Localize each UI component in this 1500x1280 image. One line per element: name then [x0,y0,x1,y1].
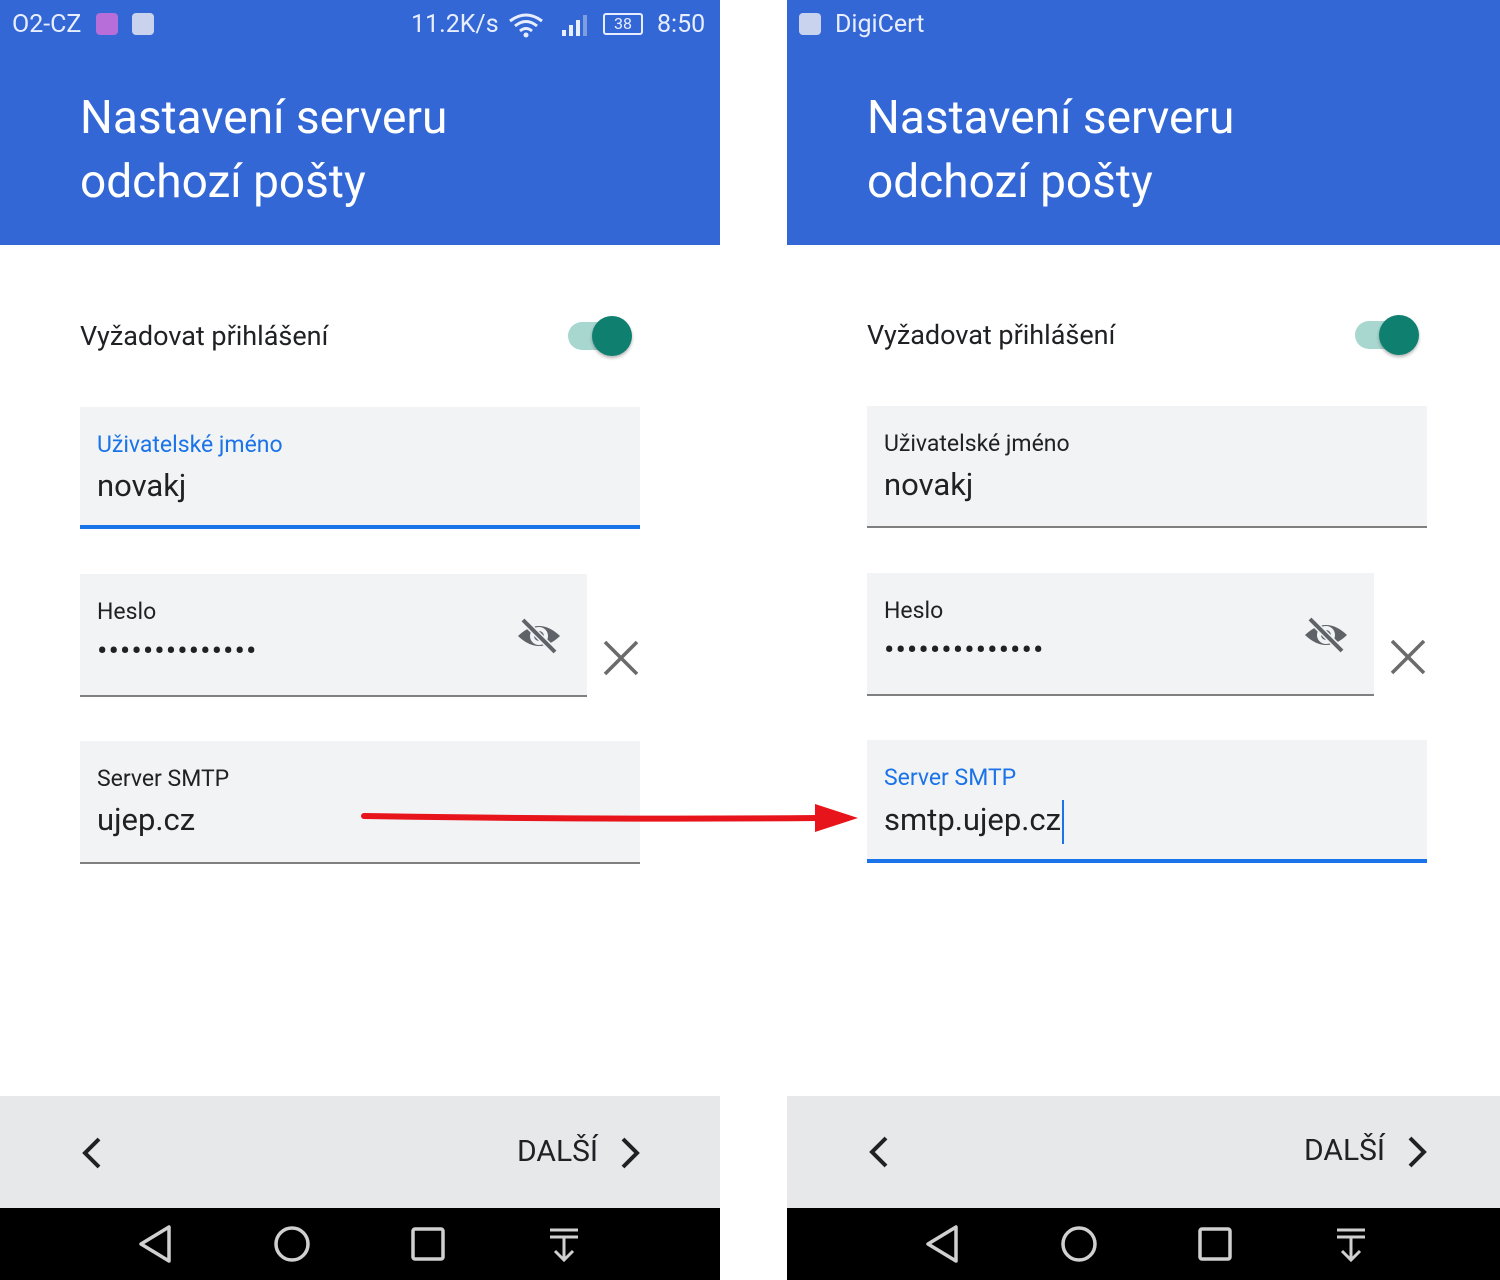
close-icon[interactable] [1389,638,1427,676]
close-icon[interactable] [602,639,640,677]
smtp-value[interactable]: smtp.ujep.cz [884,801,1061,838]
wifi-icon [509,13,543,38]
system-nav-bar [0,1208,720,1280]
app-header: DigiCert Nastavení serveru odchozí pošty [787,0,1500,245]
username-label: Uživatelské jméno [884,430,1070,457]
page-title-line1: Nastavení serveru [80,91,448,145]
status-bar: O2-CZ 11.2K/s 38 8:50 [0,0,720,50]
page-title: Nastavení serveru odchozí pošty [80,86,447,214]
mail-notification-icon [799,13,821,35]
battery-icon: 38 [603,13,643,35]
app-header: O2-CZ 11.2K/s 38 8:50 Nastavení serveru … [0,0,720,245]
eye-off-icon[interactable] [515,614,563,658]
username-label: Uživatelské jméno [97,431,283,458]
field-underline [867,859,1427,863]
bottom-action-bar [0,1096,720,1208]
smtp-value[interactable]: ujep.cz [97,801,195,838]
battery-level: 38 [614,14,632,33]
nav-home-icon[interactable] [272,1224,312,1264]
nav-recents-icon[interactable] [1195,1224,1235,1264]
field-underline [80,525,640,529]
field-underline [867,526,1427,528]
smtp-label: Server SMTP [884,764,1017,791]
nav-recents-icon[interactable] [408,1224,448,1264]
network-speed: 11.2K/s [411,10,499,39]
smtp-field[interactable]: Server SMTP smtp.ujep.cz [867,740,1427,863]
toggle-thumb[interactable] [592,316,632,356]
bottom-action-bar [787,1096,1500,1208]
chevron-left-icon[interactable] [80,1136,104,1170]
nav-back-icon[interactable] [136,1224,176,1264]
page-title-line1: Nastavení serveru [867,91,1235,145]
screen-right: DigiCert Nastavení serveru odchozí pošty… [787,0,1500,1280]
username-field[interactable]: Uživatelské jméno novakj [80,407,640,529]
smtp-label: Server SMTP [97,765,230,792]
carrier-label: O2-CZ [12,10,82,39]
toggle-thumb[interactable] [1379,315,1419,355]
username-field[interactable]: Uživatelské jméno novakj [867,406,1427,528]
next-button[interactable]: DALŠÍ [1304,1133,1385,1168]
nav-home-icon[interactable] [1059,1224,1099,1264]
mail-notification-icon [132,13,154,35]
password-label: Heslo [884,597,944,624]
field-underline [80,695,587,697]
chevron-right-icon[interactable] [618,1136,642,1170]
nav-pulldown-icon[interactable] [544,1224,584,1264]
field-underline [80,862,640,864]
password-value[interactable]: •••••••••••••• [97,632,257,669]
password-field[interactable]: Heslo •••••••••••••• [867,573,1374,696]
status-bar: DigiCert [787,0,1500,50]
text-cursor [1062,800,1065,844]
password-label: Heslo [97,598,157,625]
next-button[interactable]: DALŠÍ [517,1134,598,1169]
screen-left: O2-CZ 11.2K/s 38 8:50 Nastavení serveru … [0,0,720,1280]
nav-back-icon[interactable] [923,1224,963,1264]
system-nav-bar [787,1208,1500,1280]
password-value[interactable]: •••••••••••••• [884,631,1044,668]
gallery-notification-icon [96,13,118,35]
clock: 8:50 [657,10,706,39]
app-name: DigiCert [835,10,925,39]
chevron-left-icon[interactable] [867,1135,891,1169]
page-title-line2: odchozí pošty [867,155,1153,209]
password-field[interactable]: Heslo •••••••••••••• [80,574,587,697]
chevron-right-icon[interactable] [1405,1135,1429,1169]
username-value[interactable]: novakj [97,467,186,504]
username-value[interactable]: novakj [884,466,973,503]
eye-off-icon[interactable] [1302,613,1350,657]
require-login-label: Vyžadovat přihlášení [80,320,329,352]
nav-pulldown-icon[interactable] [1331,1224,1371,1264]
require-login-label: Vyžadovat přihlášení [867,319,1116,351]
signal-icon [562,15,587,36]
field-underline [867,694,1374,696]
page-title-line2: odchozí pošty [80,155,366,209]
smtp-value-wrap[interactable]: smtp.ujep.cz [884,800,1065,844]
red-arrow-annotation [361,804,858,832]
page-title: Nastavení serveru odchozí pošty [867,86,1234,214]
